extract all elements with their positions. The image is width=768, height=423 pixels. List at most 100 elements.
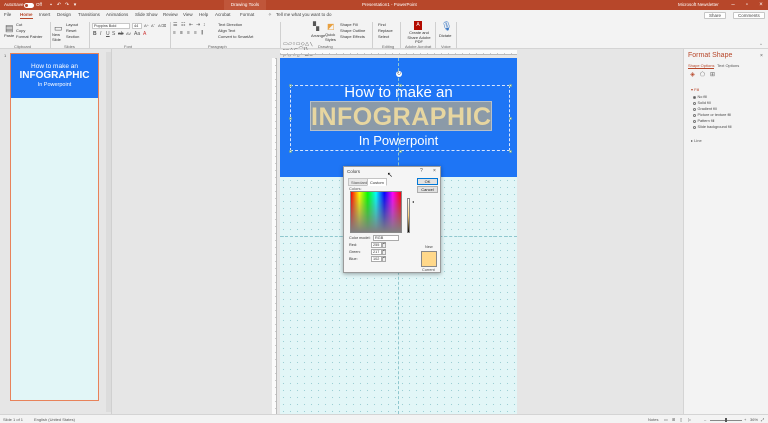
tab-text-options[interactable]: Text Options <box>717 63 739 68</box>
decrease-indent-icon[interactable]: ⇤ <box>189 22 193 28</box>
dictate-button[interactable]: Dictate <box>439 33 451 38</box>
adobe-pdf-icon[interactable]: A <box>414 21 422 30</box>
autosave-toggle[interactable] <box>24 2 34 8</box>
slide-sorter-icon[interactable]: ⊞ <box>672 417 675 422</box>
customize-qat-icon[interactable]: ▾ <box>72 2 78 8</box>
font-size-box[interactable]: 44 <box>132 23 142 29</box>
resize-handle[interactable] <box>289 150 292 153</box>
size-properties-icon[interactable]: ⊞ <box>709 72 716 79</box>
tab-slide-show[interactable]: Slide Show <box>135 12 158 17</box>
replace-button[interactable]: Replace <box>378 28 393 33</box>
slideshow-icon[interactable]: ▷ <box>688 417 691 422</box>
user-name[interactable]: Microsoft Newsletter <box>678 2 719 7</box>
bold-icon[interactable]: B <box>93 31 97 37</box>
tab-acrobat[interactable]: Acrobat <box>215 12 231 17</box>
zoom-slider-thumb[interactable] <box>725 417 727 422</box>
color-model-select[interactable]: RGB <box>373 235 399 241</box>
fill-line-icon[interactable]: ◈ <box>689 72 696 79</box>
shape-effects-button[interactable]: Shape Effects <box>340 34 365 39</box>
collapse-ribbon-icon[interactable]: ^ <box>760 42 762 48</box>
fit-slide-icon[interactable]: ⤢ <box>761 417 764 422</box>
convert-smartart-button[interactable]: Convert to SmartArt <box>218 34 253 39</box>
line-section-header[interactable]: ▸ Line <box>691 138 702 143</box>
layout-button[interactable]: Layout <box>66 22 78 27</box>
close-icon[interactable]: × <box>754 0 768 10</box>
radio-button[interactable] <box>693 107 696 111</box>
quick-styles-icon[interactable]: ◩ <box>327 23 335 31</box>
luminance-pointer-icon[interactable]: ◂ <box>412 199 414 204</box>
font-color-icon[interactable]: A <box>143 31 146 37</box>
reading-view-icon[interactable]: ▯ <box>680 417 682 422</box>
help-icon[interactable]: ? <box>420 168 423 174</box>
arrange-icon[interactable]: ▚ <box>313 23 319 31</box>
radio-button[interactable] <box>693 119 696 123</box>
zoom-level[interactable]: 36% <box>750 417 758 422</box>
justify-icon[interactable]: ≡ <box>194 30 197 36</box>
green-input[interactable]: 217 <box>371 249 382 255</box>
clear-format-icon[interactable]: A⌫ <box>158 23 166 29</box>
effects-icon[interactable]: ⬠ <box>699 72 706 79</box>
resize-handle[interactable] <box>509 117 512 120</box>
redo-icon[interactable]: ↷ <box>64 2 70 8</box>
arrange-button[interactable]: Arrange <box>311 33 325 38</box>
find-button[interactable]: Find <box>378 22 386 27</box>
dialog-close-icon[interactable]: × <box>433 168 436 174</box>
tab-file[interactable]: File <box>4 12 11 17</box>
cancel-button[interactable]: Cancel <box>417 186 438 193</box>
rotate-handle-icon[interactable]: ↻ <box>396 71 402 77</box>
align-right-icon[interactable]: ≡ <box>187 30 190 36</box>
option-pattern-fill[interactable]: Pattern fill <box>693 119 714 123</box>
tab-design[interactable]: Design <box>57 12 71 17</box>
option-no-fill[interactable]: No fill <box>693 95 707 99</box>
tab-shape-options[interactable]: Shape Options <box>688 63 715 69</box>
tab-home[interactable]: Home <box>20 12 33 19</box>
luminance-slider[interactable] <box>407 198 410 233</box>
tab-help[interactable]: Help <box>199 12 208 17</box>
blue-spinner[interactable]: ▴▾ <box>382 256 386 262</box>
reset-button[interactable]: Reset <box>66 28 76 33</box>
radio-button[interactable] <box>693 101 696 105</box>
color-spectrum[interactable] <box>350 191 402 233</box>
tab-insert[interactable]: Insert <box>39 12 50 17</box>
tab-view[interactable]: View <box>183 12 193 17</box>
language-status[interactable]: English (United States) <box>34 417 75 422</box>
resize-handle[interactable] <box>509 150 512 153</box>
normal-view-icon[interactable]: ▭ <box>664 417 668 422</box>
red-input[interactable]: 255 <box>371 242 382 248</box>
paste-button[interactable]: Paste <box>4 33 14 38</box>
format-painter-button[interactable]: Format Painter <box>16 34 42 39</box>
align-left-icon[interactable]: ≡ <box>173 30 176 36</box>
resize-handle[interactable] <box>399 150 402 153</box>
zoom-out-icon[interactable]: – <box>704 417 706 422</box>
cut-button[interactable]: Cut <box>16 22 22 27</box>
option-gradient-fill[interactable]: Gradient fill <box>693 107 717 111</box>
text-direction-button[interactable]: Text Direction <box>218 22 242 27</box>
tab-custom[interactable]: Custom <box>367 178 387 186</box>
tab-format[interactable]: Format <box>240 12 254 17</box>
undo-icon[interactable]: ↶ <box>56 2 62 8</box>
underline-icon[interactable]: U <box>106 31 110 37</box>
tab-animations[interactable]: Animations <box>106 12 128 17</box>
font-name-box[interactable]: Poppins Bold <box>92 23 130 29</box>
minimize-icon[interactable]: – <box>726 0 740 10</box>
maximize-icon[interactable]: ▫ <box>740 0 754 10</box>
numbering-icon[interactable]: ☷ <box>181 22 185 28</box>
slide-title-line1[interactable]: How to make an <box>280 84 517 101</box>
slide-title-line3[interactable]: In Powerpoint <box>280 133 517 148</box>
option-solid-fill[interactable]: Solid fill <box>693 101 711 105</box>
shrink-font-icon[interactable]: Aˇ <box>151 23 155 29</box>
radio-button[interactable] <box>693 125 696 129</box>
green-spinner[interactable]: ▴▾ <box>382 249 386 255</box>
ok-button[interactable]: OK <box>417 178 438 185</box>
tell-me-search[interactable]: Tell me what you want to do <box>276 12 332 17</box>
tab-review[interactable]: Review <box>163 12 178 17</box>
option-picture-fill[interactable]: Picture or texture fill <box>693 113 731 117</box>
share-button[interactable]: Share <box>704 11 727 19</box>
select-button[interactable]: Select <box>378 34 389 39</box>
grow-font-icon[interactable]: A^ <box>144 23 149 29</box>
pane-close-icon[interactable]: × <box>760 53 763 59</box>
create-share-pdf-button[interactable]: Create and Share Adobe PDF <box>405 30 433 45</box>
align-text-button[interactable]: Align Text <box>218 28 235 33</box>
option-slide-bg-fill[interactable]: Slide background fill <box>693 125 731 129</box>
shadow-icon[interactable]: S <box>112 31 115 37</box>
